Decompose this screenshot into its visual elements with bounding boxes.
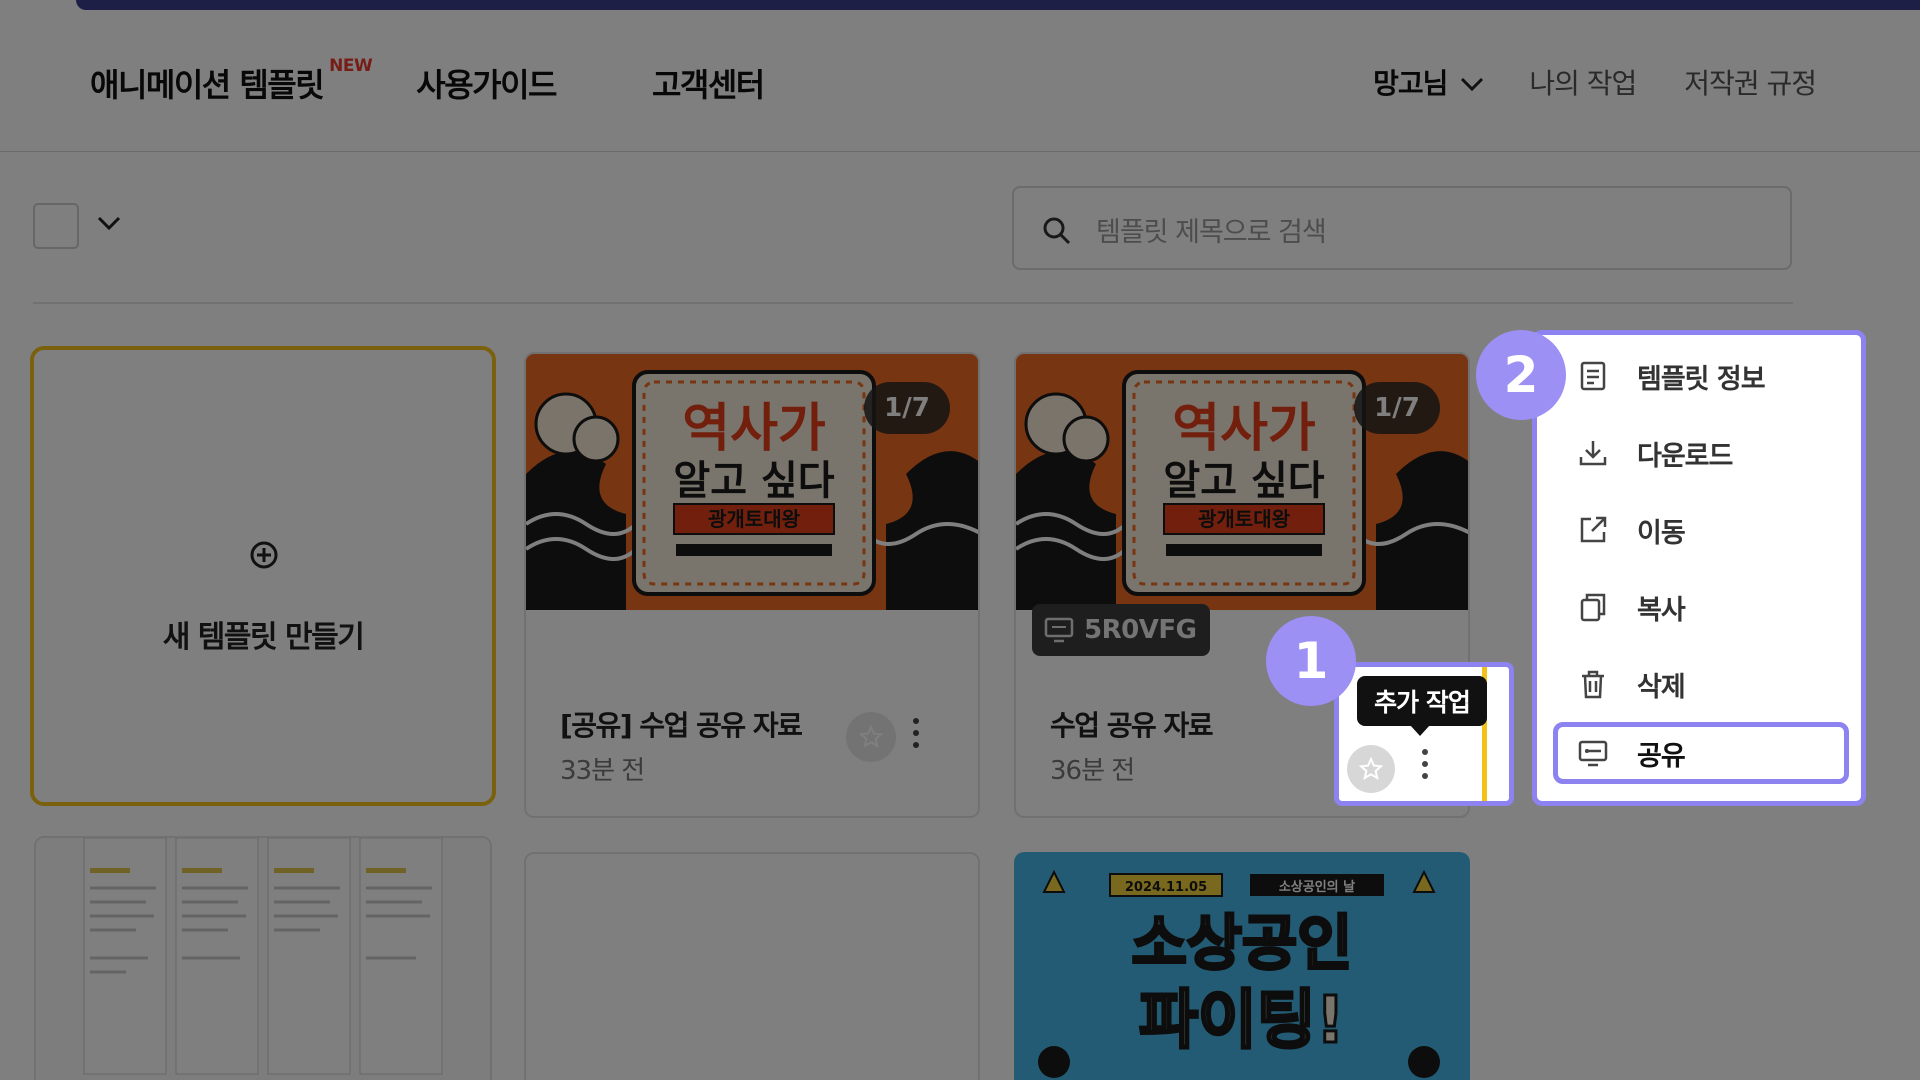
document-icon: [1580, 361, 1606, 391]
download-icon: [1579, 441, 1607, 466]
menu-item-template-info[interactable]: 템플릿 정보: [1537, 345, 1861, 407]
kebab-icon-dot: [1422, 761, 1428, 767]
star-icon: [1359, 757, 1383, 781]
external-link-icon: [1580, 516, 1607, 543]
menu-label: 템플릿 정보: [1637, 363, 1766, 395]
menu-item-delete[interactable]: 삭제: [1537, 653, 1861, 715]
kebab-icon-dot: [1422, 749, 1428, 755]
tooltip: 추가 작업: [1357, 676, 1487, 736]
menu-label: 공유: [1637, 740, 1686, 772]
menu-item-move[interactable]: 이동: [1537, 499, 1861, 561]
menu-label: 복사: [1637, 594, 1686, 626]
menu-item-share[interactable]: 공유: [1553, 722, 1849, 784]
trash-icon: [1582, 670, 1604, 699]
step-marker-2: 2: [1476, 330, 1566, 420]
menu-item-download[interactable]: 다운로드: [1537, 422, 1861, 484]
step-marker-1: 1: [1266, 616, 1356, 706]
share-screen-icon: [1578, 740, 1608, 767]
kebab-icon-dot: [1422, 773, 1428, 779]
menu-item-copy[interactable]: 복사: [1537, 576, 1861, 638]
more-actions-button[interactable]: [1415, 749, 1435, 779]
menu-label: 삭제: [1637, 671, 1686, 703]
favorite-button[interactable]: [1347, 745, 1395, 793]
menu-label: 다운로드: [1637, 440, 1733, 472]
context-menu: 템플릿 정보 다운로드 이동 복사 삭제 공유: [1532, 330, 1866, 806]
menu-label: 이동: [1637, 517, 1686, 549]
copy-icon: [1580, 593, 1606, 622]
